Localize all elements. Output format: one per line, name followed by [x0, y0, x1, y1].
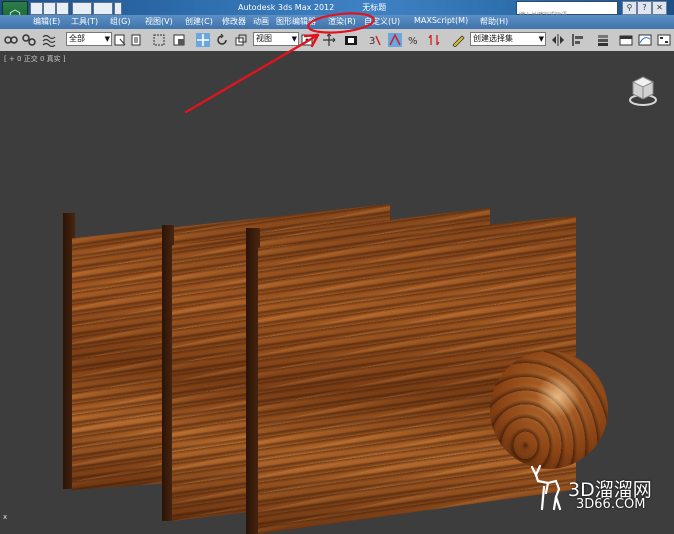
select-move-icon[interactable]	[196, 33, 210, 47]
select-by-name-icon[interactable]	[131, 33, 145, 47]
curve-editor-icon[interactable]	[638, 33, 652, 47]
svg-text:%: %	[408, 36, 418, 47]
menu-rendering[interactable]: 渲染(R)	[328, 16, 356, 27]
save-file-icon[interactable]	[56, 2, 69, 15]
layer-manager-icon[interactable]	[596, 33, 610, 47]
select-rotate-icon[interactable]	[215, 33, 229, 47]
menu-customize[interactable]: 自定义(U)	[364, 16, 400, 27]
menu-tools[interactable]: 工具(T)	[71, 16, 98, 27]
percent-snap-icon[interactable]: %	[407, 33, 421, 47]
angle-snap-icon[interactable]	[388, 33, 402, 47]
schematic-view-icon[interactable]	[657, 33, 671, 47]
new-file-icon[interactable]	[30, 2, 43, 15]
title-bar: Autodesk 3ds Max 2012 无标题 键入关键字或短语 ⚲ ? ✕	[0, 0, 674, 19]
undo-icon[interactable]	[72, 2, 92, 15]
named-selection-dropdown[interactable]: 创建选择集 ▼	[470, 32, 546, 46]
watermark-url: 3D66.COM	[576, 497, 646, 512]
window-crossing-icon[interactable]	[172, 33, 186, 47]
window-title: Autodesk 3ds Max 2012 无标题	[238, 3, 387, 12]
menu-create[interactable]: 创建(C)	[185, 16, 213, 27]
select-manipulate-icon[interactable]	[322, 33, 336, 47]
spinner-snap-icon[interactable]	[427, 33, 441, 47]
rect-selection-icon[interactable]	[152, 33, 166, 47]
axis-label: x	[3, 513, 8, 521]
redo-icon[interactable]	[93, 2, 113, 15]
help-icon[interactable]: ?	[637, 1, 652, 15]
bind-space-warp-icon[interactable]	[42, 33, 56, 47]
link-icon[interactable]	[4, 33, 18, 47]
viewcube-icon[interactable]	[628, 73, 658, 107]
snaps-toggle-icon[interactable]: 3	[368, 33, 382, 47]
search-icon[interactable]: ⚲	[622, 1, 637, 15]
selection-filter-dropdown[interactable]: 全部 ▼	[66, 32, 112, 46]
perspective-viewport[interactable]: [ + 0 正交 0 真实 ] x 3D溜溜网 3D66.COM	[0, 51, 674, 534]
mirror-icon[interactable]	[551, 33, 565, 47]
main-toolbar: 全部 ▼ 视图 ▼ 3 % 创建选择集 ▼	[0, 29, 674, 52]
menu-bar: 编辑(E) 工具(T) 组(G) 视图(V) 创建(C) 修改器 动画 图形编辑…	[0, 15, 674, 29]
menu-animation[interactable]: 动画	[253, 16, 269, 27]
keyboard-shortcut-icon[interactable]	[344, 33, 358, 47]
pivot-center-icon[interactable]	[300, 33, 314, 47]
graphite-tools-icon[interactable]	[619, 33, 633, 47]
select-scale-icon[interactable]	[234, 33, 248, 47]
menu-help[interactable]: 帮助(H)	[480, 16, 508, 27]
select-object-icon[interactable]	[113, 33, 127, 47]
menu-maxscript[interactable]: MAXScript(M)	[414, 16, 468, 25]
menu-edit[interactable]: 编辑(E)	[33, 16, 60, 27]
edit-named-selection-icon[interactable]	[451, 33, 465, 47]
open-file-icon[interactable]	[43, 2, 56, 15]
menu-graph-editors[interactable]: 图形编辑器	[276, 16, 316, 27]
search-input[interactable]: 键入关键字或短语	[516, 1, 618, 19]
reference-coordinate-dropdown[interactable]: 视图 ▼	[253, 32, 299, 46]
unlink-icon[interactable]	[22, 33, 36, 47]
menu-group[interactable]: 组(G)	[110, 16, 130, 27]
deer-logo-icon	[530, 464, 562, 511]
menu-modifiers[interactable]: 修改器	[222, 16, 246, 27]
quick-access-dropdown-icon[interactable]	[114, 2, 122, 15]
viewport-label[interactable]: [ + 0 正交 0 真实 ]	[4, 54, 66, 64]
wood-material-sphere[interactable]	[490, 351, 608, 469]
close-icon[interactable]: ✕	[652, 1, 667, 15]
align-icon[interactable]	[571, 33, 585, 47]
svg-text:3: 3	[369, 36, 375, 47]
menu-views[interactable]: 视图(V)	[145, 16, 173, 27]
